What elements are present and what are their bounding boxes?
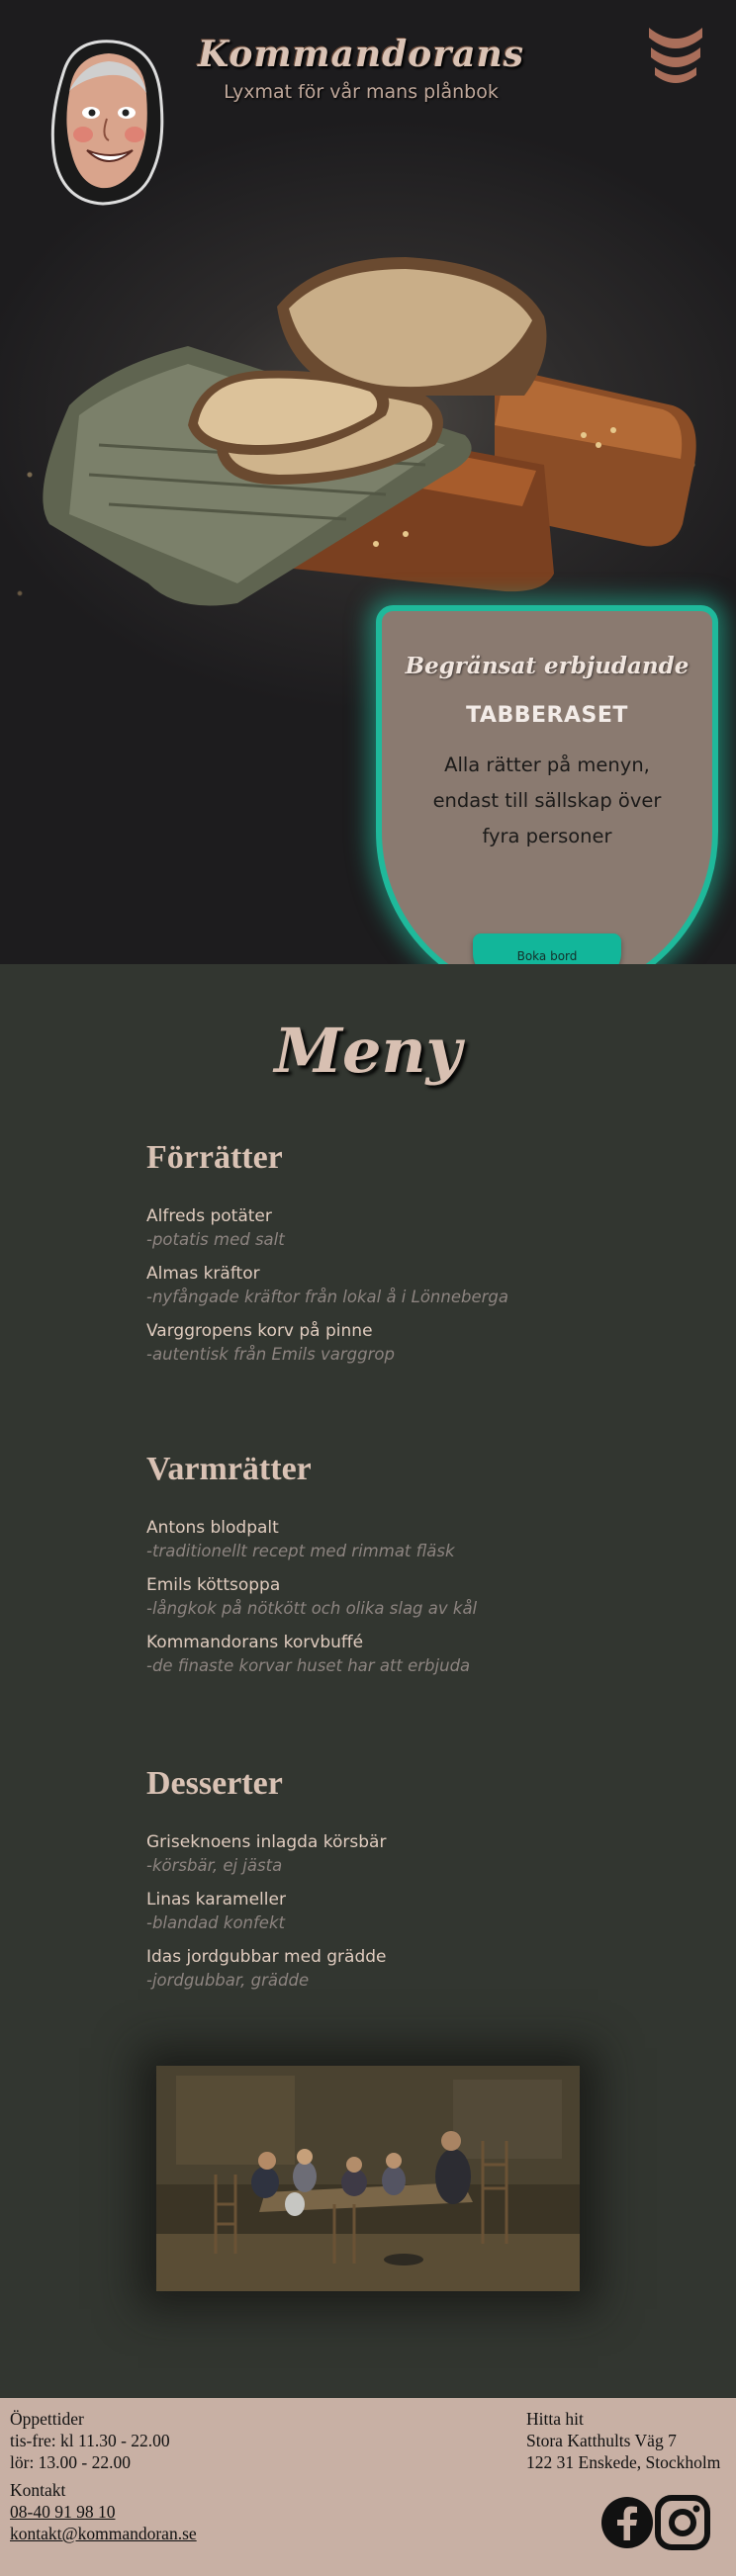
category-title: Desserter (146, 1765, 283, 1802)
hours-heading: Öppettider (10, 2409, 84, 2429)
list-item: Kommandorans korvbuffé -de finaste korva… (146, 1631, 700, 1688)
hours-saturday: lör: 13.00 - 22.00 (10, 2452, 132, 2472)
email-link[interactable]: kontakt@kommandoran.se (10, 2523, 197, 2544)
brand-subtitle: Lyxmat för vår mans plånbok (224, 81, 499, 103)
menu-title: Meny (274, 1015, 462, 1087)
offer-title: TABBERASET (466, 703, 628, 728)
menu-category-desserts: Desserter Griseknoens inlagda körsbär -k… (146, 1761, 700, 2002)
dish-name: Alfreds potäter (146, 1206, 272, 1226)
offer-card: Begränsat erbjudande TABBERASET Alla rät… (376, 605, 718, 964)
menu-category-mains: Varmrätter Antons blodpalt -traditionell… (146, 1447, 700, 1688)
offer-eyebrow: Begränsat erbjudande (405, 653, 690, 679)
dish-description: -de finaste korvar huset har att erbjuda (146, 1656, 471, 1675)
dish-name: Kommandorans korvbuffé (146, 1633, 364, 1652)
category-title: Förrätter (146, 1139, 283, 1176)
list-item: Emils köttsoppa -långkok på nötkött och … (146, 1573, 700, 1631)
dish-description: -potatis med salt (146, 1230, 285, 1249)
dish-description: -traditionellt recept med rimmat fläsk (146, 1542, 455, 1560)
address-line-1: Stora Katthults Väg 7 (526, 2431, 677, 2450)
list-item: Alfreds potäter -potatis med salt (146, 1204, 700, 1262)
logo-avatar[interactable] (44, 34, 168, 208)
address-line-2: 122 31 Enskede, Stockholm (526, 2452, 721, 2472)
hero-section: Kommandorans Lyxmat för vår mans plånbok… (0, 0, 736, 964)
address-info: Hitta hit Stora Katthults Väg 7 122 31 E… (526, 2408, 720, 2473)
dish-name: Idas jordgubbar med grädde (146, 1947, 387, 1967)
dish-description: -blandad konfekt (146, 1913, 285, 1932)
list-item: Idas jordgubbar med grädde -jordgubbar, … (146, 1945, 700, 2002)
list-item: Linas karameller -blandad konfekt (146, 1888, 700, 1945)
contact-heading: Kontakt (10, 2480, 66, 2500)
list-item: Griseknoens inlagda körsbär -körsbär, ej… (146, 1830, 700, 1888)
dish-name: Emils köttsoppa (146, 1575, 281, 1595)
list-item: Varggropens korv på pinne -autentisk frå… (146, 1319, 700, 1377)
menu-section: Meny Förrätter Alfreds potäter -potatis … (0, 964, 736, 2398)
dish-name: Varggropens korv på pinne (146, 1321, 373, 1341)
list-item: Antons blodpalt -traditionellt recept me… (146, 1516, 700, 1573)
category-title: Varmrätter (146, 1451, 312, 1487)
painting-image (156, 2066, 580, 2291)
hours-weekday: tis-fre: kl 11.30 - 22.00 (10, 2431, 170, 2450)
instagram-icon[interactable] (655, 2495, 710, 2550)
brand-title: Kommandorans (197, 34, 525, 75)
chevrons-down-icon[interactable] (645, 24, 706, 91)
find-heading: Hitta hit (526, 2409, 584, 2429)
list-item: Almas kräftor -nyfångade kräftor från lo… (146, 1262, 700, 1319)
dish-description: -autentisk från Emils varggrop (146, 1345, 395, 1364)
dish-description: -långkok på nötkött och olika slag av kå… (146, 1599, 478, 1618)
footer: Öppettider tis-fre: kl 11.30 - 22.00 lör… (0, 2398, 736, 2576)
dish-name: Almas kräftor (146, 1264, 260, 1284)
offer-description: Alla rätter på menyn, endast till sällsk… (432, 754, 662, 847)
phone-link[interactable]: 08-40 91 98 10 (10, 2501, 115, 2523)
menu-category-starters: Förrätter Alfreds potäter -potatis med s… (146, 1135, 700, 1377)
dish-description: -körsbär, ej jästa (146, 1856, 283, 1875)
facebook-icon[interactable] (599, 2495, 655, 2550)
dish-name: Antons blodpalt (146, 1518, 279, 1538)
dish-name: Griseknoens inlagda körsbär (146, 1832, 387, 1852)
dish-name: Linas karameller (146, 1890, 286, 1910)
contact-info: Kontakt 08-40 91 98 10 kontakt@kommandor… (10, 2479, 197, 2544)
opening-hours: Öppettider tis-fre: kl 11.30 - 22.00 lör… (10, 2408, 170, 2473)
dish-description: -jordgubbar, grädde (146, 1971, 310, 1990)
dish-description: -nyfångade kräftor från lokal å i Lönneb… (146, 1288, 508, 1306)
book-table-button[interactable]: Boka bord (473, 933, 621, 964)
